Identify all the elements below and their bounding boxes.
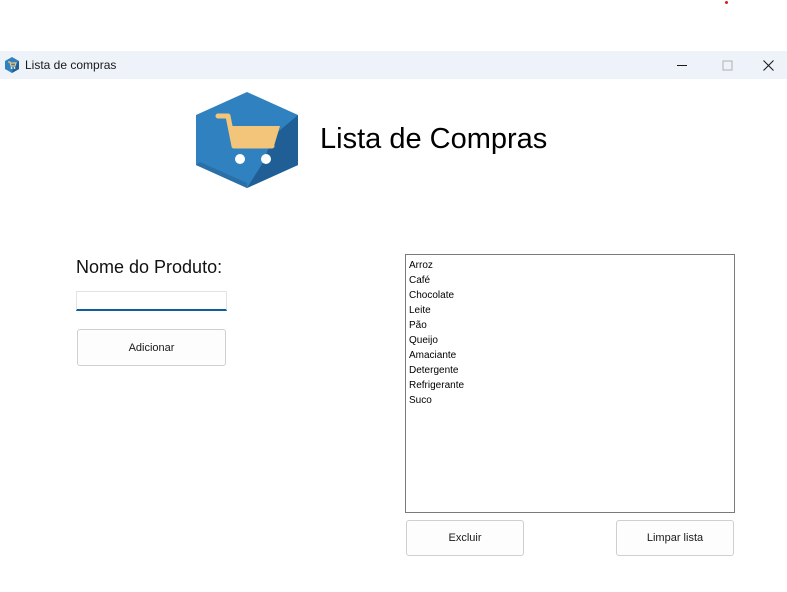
shopping-listbox[interactable]: Arroz Café Chocolate Leite Pão Queijo Am… — [405, 254, 735, 513]
product-name-input[interactable] — [76, 291, 227, 311]
list-item[interactable]: Queijo — [409, 333, 734, 348]
delete-button[interactable]: Excluir — [406, 520, 524, 556]
list-item[interactable]: Chocolate — [409, 288, 734, 303]
list-item[interactable]: Refrigerante — [409, 378, 734, 393]
product-name-label: Nome do Produto: — [76, 257, 223, 277]
page-title: Lista de Compras — [320, 123, 548, 155]
status-dot — [725, 1, 728, 4]
list-item[interactable]: Detergente — [409, 363, 734, 378]
add-button[interactable]: Adicionar — [77, 329, 226, 366]
shopping-cart-hexagon-icon — [194, 91, 300, 189]
maximize-icon — [722, 60, 732, 70]
list-item[interactable]: Pão — [409, 318, 734, 333]
minimize-button[interactable] — [659, 51, 705, 79]
list-item[interactable]: Arroz — [409, 258, 734, 273]
maximize-button[interactable] — [704, 51, 750, 79]
list-item[interactable]: Leite — [409, 303, 734, 318]
minimize-icon — [676, 64, 687, 66]
close-icon — [762, 59, 774, 71]
window-title: Lista de compras — [25, 58, 117, 72]
list-item[interactable]: Amaciante — [409, 348, 734, 363]
close-button[interactable] — [749, 51, 787, 79]
list-item[interactable]: Café — [409, 273, 734, 288]
list-item[interactable]: Suco — [409, 393, 734, 408]
clear-list-button[interactable]: Limpar lista — [616, 520, 734, 556]
shopping-cart-app-icon — [5, 57, 19, 73]
